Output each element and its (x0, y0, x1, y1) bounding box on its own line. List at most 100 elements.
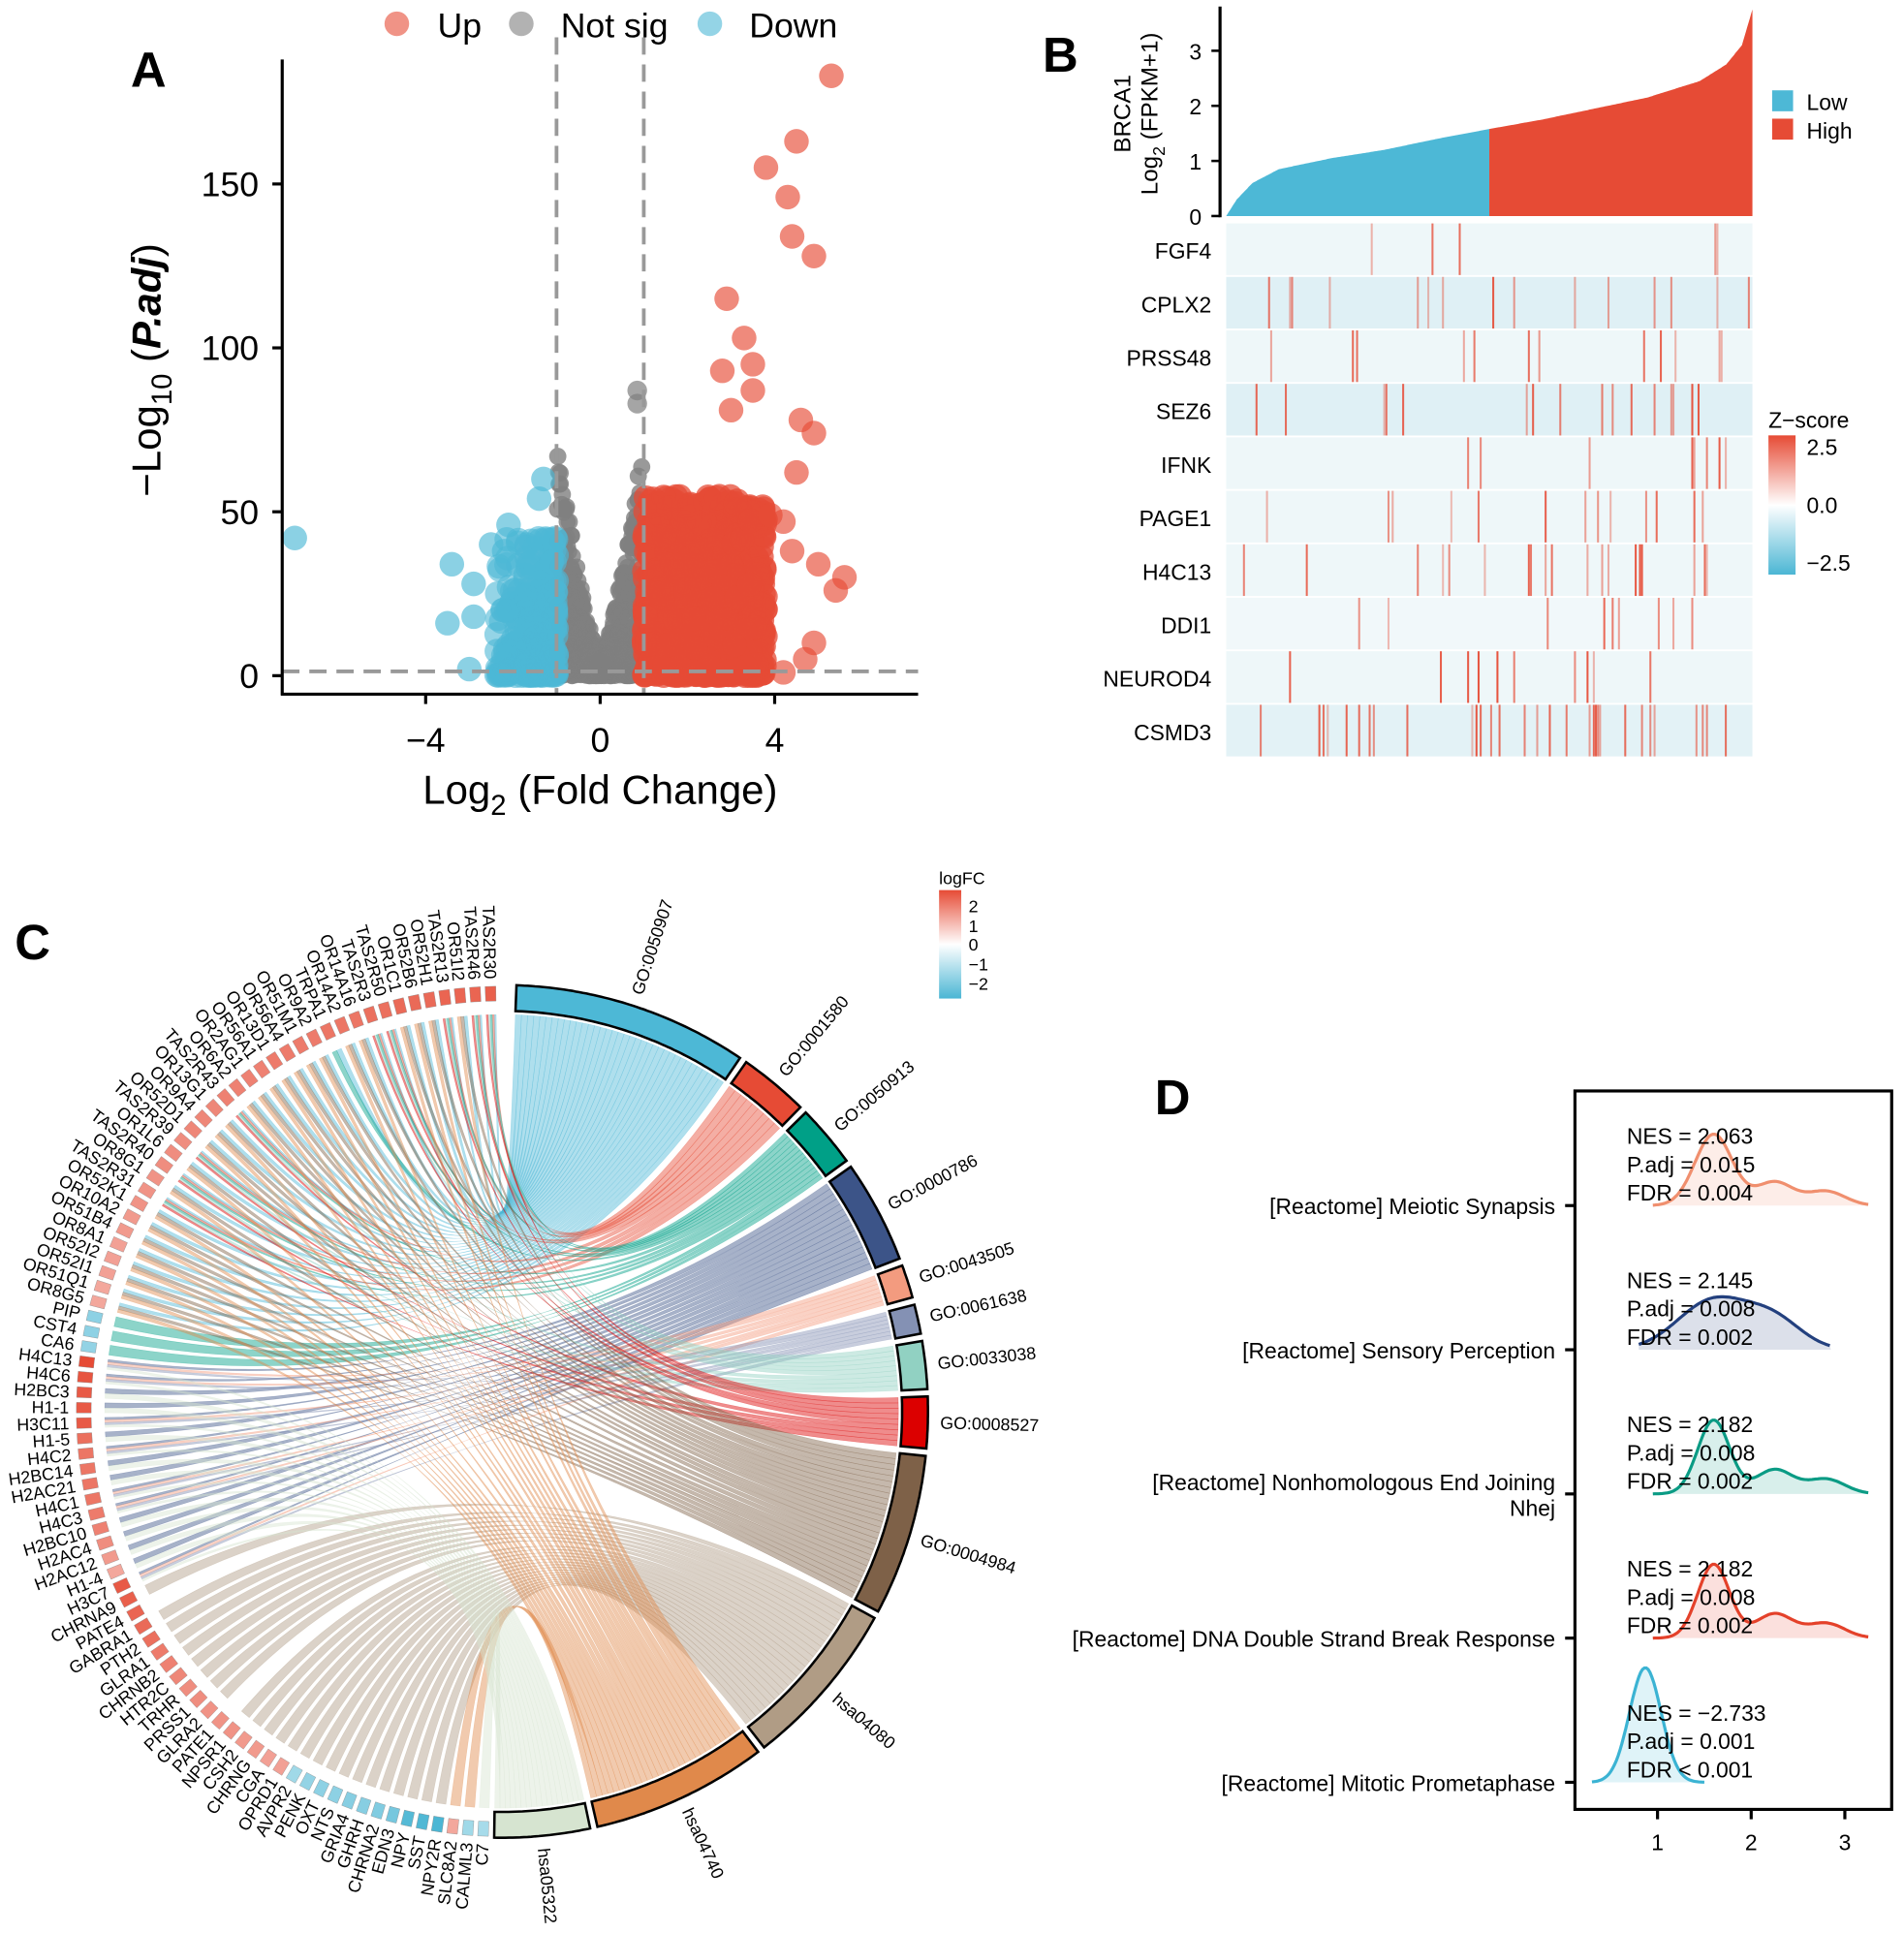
gene-block (333, 1015, 351, 1035)
gene-block (469, 986, 482, 1003)
heatmap-cell-high (1716, 276, 1719, 329)
heatmap-cell-high (1477, 490, 1480, 543)
heatmap-cell-high (1496, 651, 1499, 703)
heatmap-cell-high (1525, 384, 1528, 436)
point-up (753, 155, 779, 180)
heatmap-row-label: CSMD3 (1134, 720, 1211, 745)
gene-block (130, 1195, 149, 1212)
point-not-sig (577, 639, 595, 657)
stat-padj: P.adj = 0.001 (1627, 1729, 1756, 1754)
point-not-sig (614, 645, 633, 664)
heatmap-cell-high (1328, 276, 1331, 329)
gene-block (126, 1604, 145, 1622)
point-up (718, 397, 744, 423)
term-label: GO:0000786 (885, 1150, 981, 1214)
gsea-ridge-plot: [Reactome] Meiotic Synapsis NES = 2.063 P.… (1073, 1089, 1893, 1855)
gene-block (109, 1236, 128, 1253)
heatmap-row-label: PRSS48 (1126, 345, 1211, 370)
stat-fdr: FDR = 0.002 (1627, 1325, 1753, 1350)
heatmap-cell-high (1417, 276, 1420, 329)
heatmap-cell-high (1529, 544, 1533, 597)
heatmap-cell-high (1532, 384, 1535, 436)
heatmap-cell-high (1693, 437, 1696, 489)
heatmap-cell-high (1402, 384, 1405, 436)
heatmap-cell-high (1601, 384, 1604, 436)
point-down (282, 525, 307, 550)
heatmap-cell-high (1431, 223, 1434, 275)
point-down (435, 610, 460, 636)
term-label: hsa04740 (678, 1805, 728, 1882)
point-down (439, 551, 465, 577)
gene-block (453, 987, 467, 1004)
heatmap-row-label: NEUROD4 (1103, 667, 1211, 692)
point-down (526, 485, 552, 512)
heatmap-cell-high (1265, 490, 1268, 543)
gene-block (103, 1250, 122, 1266)
heatmap-cell-high (1480, 437, 1483, 489)
legend-label: Down (749, 7, 837, 46)
heatmap-cell-high (1527, 544, 1530, 597)
heatmap-cell-high (1672, 597, 1675, 650)
gene-block (305, 1028, 323, 1047)
heatmap-cell-high (1427, 276, 1430, 329)
gene-block (461, 1820, 475, 1836)
gene-block (82, 1325, 101, 1339)
heatmap-cell-high (1322, 704, 1325, 757)
heatmap-cell-high (1603, 597, 1606, 650)
heatmap-cell-high (1383, 384, 1386, 436)
stat-nes: NES = 2.063 (1627, 1124, 1753, 1149)
heatmap-cell-high (1260, 704, 1263, 757)
gene-block (222, 1721, 241, 1740)
term-block (894, 1339, 929, 1392)
heatmap-cell-high (1747, 276, 1750, 329)
heatmap-cell-high (1592, 704, 1595, 757)
point-up (805, 551, 831, 577)
point-up (700, 586, 725, 611)
gene-block (79, 1462, 97, 1476)
gene-block (78, 1356, 96, 1369)
heatmap-cell-high (1440, 651, 1443, 703)
heatmap-cell-high (1653, 384, 1656, 436)
x-tick-label: 1 (1651, 1829, 1664, 1855)
legend-swatch (509, 11, 534, 37)
heatmap-cell-high (1693, 544, 1696, 597)
high-expression-area (1489, 9, 1753, 216)
stat-fdr: FDR = 0.002 (1627, 1469, 1753, 1494)
gene-block (76, 1402, 92, 1414)
heatmap-cell-high (1458, 223, 1461, 275)
heatmap-cell-high (1599, 704, 1602, 757)
gene-block (76, 1417, 92, 1429)
heatmap-cell-high (1442, 544, 1445, 597)
heatmap-cell-high (1492, 276, 1495, 329)
heatmap-cell-high (1385, 384, 1388, 436)
pathway-label: [Reactome] Nonhomologous End Joining (1152, 1470, 1555, 1495)
heatmap-cell-high (1586, 651, 1589, 703)
stat-nes: NES = 2.145 (1627, 1267, 1753, 1293)
heatmap-cell-high (1473, 329, 1476, 383)
x-tick-label: 0 (590, 721, 609, 760)
gene-block (341, 1791, 358, 1810)
heatmap-cell-high (1617, 597, 1620, 650)
point-down (491, 539, 517, 564)
gene-block (122, 1208, 141, 1226)
low-expression-area (1226, 129, 1490, 216)
legend-label: Low (1807, 90, 1848, 115)
point-up (736, 572, 763, 597)
stat-fdr: FDR = 0.004 (1627, 1180, 1754, 1205)
stat-nes: NES = −2.733 (1627, 1700, 1766, 1726)
heatmap-cell-high (1642, 329, 1645, 383)
term-label: GO:0033038 (937, 1343, 1038, 1373)
logfc-color-bar (939, 889, 962, 999)
gene-block (348, 1011, 364, 1029)
gene-block (183, 1120, 203, 1139)
gene-block (216, 1088, 235, 1107)
heatmap-cell-high (1697, 384, 1701, 436)
logfc-legend-tick: 1 (969, 917, 979, 936)
heatmap-cell-high (1601, 544, 1604, 597)
heatmap-cell-high (1705, 704, 1708, 757)
heatmap-cell-high (1267, 276, 1270, 329)
point-down (461, 604, 486, 630)
term-label: GO:0043505 (917, 1238, 1016, 1287)
zscore-legend-tick: 2.5 (1807, 435, 1838, 460)
point-up (793, 646, 818, 672)
